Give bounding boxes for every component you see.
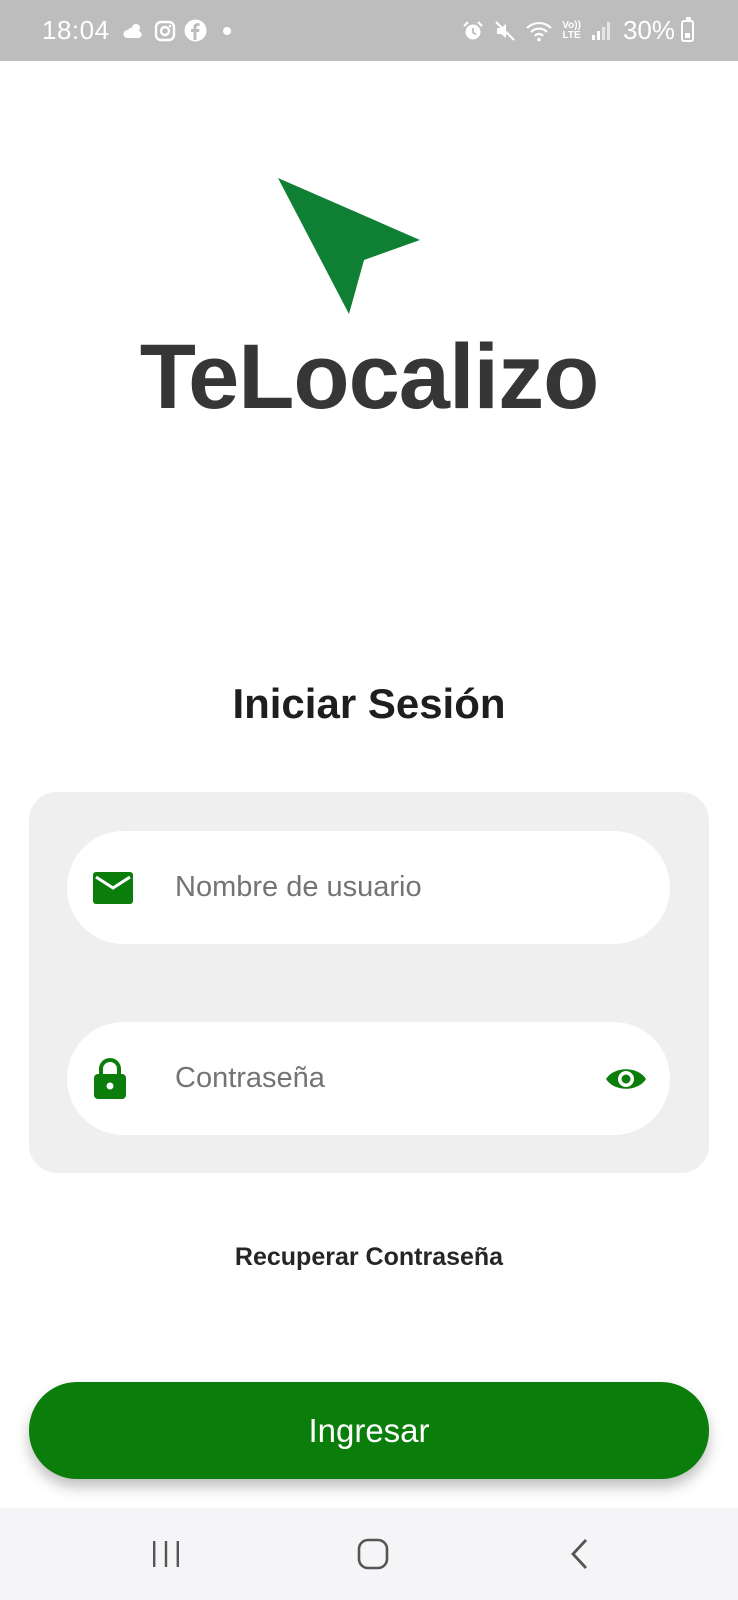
username-field-container[interactable] [67, 831, 670, 944]
facebook-icon [184, 19, 207, 42]
battery-icon [681, 16, 694, 42]
volte-lte-icon: Vo)) LTE [562, 19, 581, 41]
alarm-icon [462, 20, 484, 42]
username-input[interactable] [175, 831, 575, 944]
eye-icon[interactable] [604, 1064, 648, 1094]
home-icon[interactable] [343, 1530, 403, 1578]
email-icon [93, 871, 133, 904]
signal-icon [591, 21, 611, 41]
status-bar-left: 18:04 [42, 15, 231, 46]
lte-label: LTE [562, 29, 581, 41]
dot-icon [222, 26, 231, 35]
brand-name: TeLocalizo [139, 326, 600, 428]
volte-label: Vo)) [562, 19, 581, 31]
recover-password-link[interactable]: Recuperar Contraseña [0, 1243, 738, 1272]
page-title: Iniciar Sesión [232, 680, 506, 727]
location-arrow-icon [278, 178, 420, 314]
password-field-container[interactable] [67, 1022, 670, 1135]
login-button[interactable]: Ingresar [29, 1382, 709, 1479]
wifi-icon [526, 20, 553, 42]
status-bar-right: Vo)) LTE 30% [462, 15, 694, 46]
back-icon[interactable] [550, 1530, 610, 1578]
recent-apps-icon[interactable] [136, 1530, 196, 1578]
weather-icon [122, 21, 146, 41]
mute-icon [494, 20, 516, 42]
password-input[interactable] [175, 1022, 575, 1135]
status-time: 18:04 [42, 15, 110, 45]
navigation-bar [0, 1508, 738, 1600]
battery-percent: 30% [622, 15, 675, 45]
login-card [29, 792, 709, 1173]
status-bar: 18:04 Vo)) LTE 30% [0, 0, 738, 61]
instagram-icon [154, 20, 176, 42]
lock-icon [93, 1057, 127, 1100]
